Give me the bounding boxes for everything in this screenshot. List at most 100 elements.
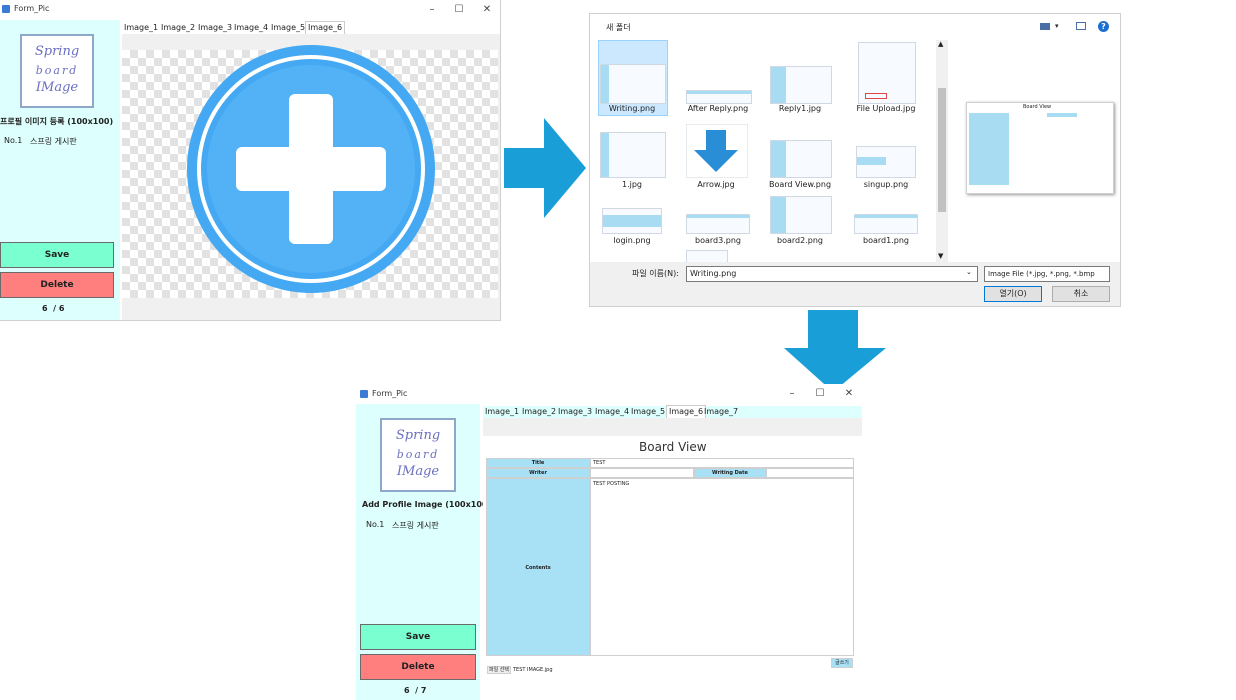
save-button[interactable]: Save (0, 242, 114, 268)
file-thumb-board-view[interactable] (770, 140, 832, 178)
sidebar-2: Spring board IMage Add Profile Image (10… (356, 404, 491, 700)
right-arrow-icon (504, 118, 586, 218)
filename-label: 파일 이름(N): (632, 269, 679, 278)
file-name-writing[interactable]: Writing.png (592, 104, 672, 113)
preview-pane: Board View (950, 40, 1120, 262)
file-name-board-view[interactable]: Board View.png (760, 180, 840, 189)
writer-value-cell (590, 468, 694, 478)
scroll-up-icon[interactable]: ▲ (938, 40, 943, 48)
chevron-down-icon[interactable]: ▾ (1055, 22, 1059, 30)
file-name-after-reply[interactable]: After Reply.png (678, 104, 758, 113)
preview-title: Board View (1023, 104, 1052, 110)
writer-label-cell: Writer (486, 468, 590, 478)
page-counter-2: 6 / 7 (404, 686, 427, 695)
profile-image-2: Spring board IMage (380, 418, 456, 492)
close-button-2[interactable]: ✕ (838, 386, 860, 402)
open-button[interactable]: 열기(O) (984, 286, 1042, 302)
dialog-toolbar: 새 폴더 ▾ ? (590, 14, 1120, 40)
tab2-image-1[interactable]: Image_1 (483, 406, 521, 418)
file-type-filter[interactable]: Image File (*.jpg, *.png, *.bmp (984, 266, 1110, 282)
tab-image-1[interactable]: Image_1 (122, 22, 160, 34)
file-thumb-board1[interactable] (854, 214, 918, 234)
close-button[interactable]: ✕ (476, 2, 498, 18)
file-thumb-after-reply[interactable] (686, 90, 752, 104)
file-thumb-arrow[interactable] (686, 124, 748, 178)
form-pic-window-top: Form_Pic – ☐ ✕ Spring board IMage 프로필 이미… (0, 0, 500, 320)
file-select-button[interactable]: 파일 선택 (487, 666, 511, 674)
tab-image-3[interactable]: Image_3 (196, 22, 234, 34)
scrollbar-thumb[interactable] (938, 88, 946, 212)
attached-file-name: TEST IMAGE.jpg (513, 667, 553, 673)
record-number: No.1 (4, 136, 23, 145)
title-label-cell: Title (486, 458, 590, 468)
down-arrow-icon (784, 310, 886, 392)
contents-label-cell: Contents (486, 478, 590, 656)
file-thumb-writing[interactable] (600, 64, 666, 104)
contents-value-cell: TEST POSTING (590, 478, 854, 656)
tab2-image-3[interactable]: Image_3 (556, 406, 594, 418)
view-menu-icon[interactable] (1040, 23, 1050, 30)
image-tabs: Image_1 Image_2 Image_3 Image_4 Image_5 … (122, 21, 500, 35)
file-name-arrow[interactable]: Arrow.jpg (676, 180, 756, 189)
file-thumb-login[interactable] (602, 208, 662, 234)
file-thumb-reply1[interactable] (770, 66, 832, 104)
profile-label: 프로필 이미지 등록 (100x100) (0, 117, 114, 126)
file-name-board1[interactable]: board1.png (846, 236, 926, 245)
minimize-button[interactable]: – (421, 2, 443, 18)
tab2-image-6[interactable]: Image_6 (666, 405, 707, 419)
tab-image-6[interactable]: Image_6 (305, 21, 346, 35)
file-thumb-file-upload[interactable] (858, 42, 916, 104)
preview-image: Board View (966, 102, 1114, 194)
record-number-2: No.1 (366, 520, 385, 529)
record-title-2: 스프링 게시판 (392, 521, 439, 530)
board-view-image: Board View Title TEST Writer Writing Dat… (483, 436, 862, 700)
writing-date-value-cell (766, 468, 854, 478)
dialog-footer: 파일 이름(N): Writing.png ⌄ Image File (*.jp… (590, 262, 1120, 306)
maximize-button[interactable]: ☐ (448, 2, 470, 18)
delete-button-2[interactable]: Delete (360, 654, 476, 680)
preview-pane-icon[interactable] (1076, 22, 1086, 30)
submit-button[interactable]: 글쓰기 (831, 658, 853, 668)
writing-date-label-cell: Writing Date (694, 468, 766, 478)
profile-image: Spring board IMage (20, 34, 94, 108)
save-button-2[interactable]: Save (360, 624, 476, 650)
file-thumb-1[interactable] (600, 132, 666, 178)
filename-dropdown-icon[interactable]: ⌄ (966, 268, 972, 276)
filename-input[interactable]: Writing.png (686, 266, 978, 282)
file-name-file-upload[interactable]: File Upload.jpg (846, 104, 926, 113)
tab2-image-4[interactable]: Image_4 (593, 406, 631, 418)
tab-image-5[interactable]: Image_5 (269, 22, 307, 34)
page-counter: 6 / 6 (42, 304, 65, 313)
file-list-scrollbar[interactable]: ▲ ▼ (936, 40, 948, 262)
profile-label-2: Add Profile Image (100x100) (362, 500, 492, 509)
file-thumb-singup[interactable] (856, 146, 916, 178)
tab2-image-2[interactable]: Image_2 (520, 406, 558, 418)
form-pic-window-bottom: Form_Pic – ☐ ✕ Spring board IMage Add Pr… (356, 384, 862, 700)
new-folder-button[interactable]: 새 폴더 (606, 22, 631, 33)
file-open-dialog: 새 폴더 ▾ ? Writing.png After Reply.png Rep… (590, 14, 1120, 306)
file-name-reply1[interactable]: Reply1.jpg (760, 104, 840, 113)
record-title: 스프링 게시판 (30, 137, 77, 146)
file-list: Writing.png After Reply.png Reply1.jpg F… (590, 40, 948, 264)
title-bar: Form_Pic – ☐ ✕ (0, 0, 500, 20)
tab2-image-7[interactable]: Image_7 (702, 406, 740, 418)
tab-image-4[interactable]: Image_4 (232, 22, 270, 34)
file-thumb-board2[interactable] (770, 196, 832, 234)
board-view-title: Board View (639, 440, 707, 454)
file-name-1[interactable]: 1.jpg (592, 180, 672, 189)
tab-image-2[interactable]: Image_2 (159, 22, 197, 34)
help-icon[interactable]: ? (1098, 21, 1109, 32)
file-thumb-board3[interactable] (686, 214, 750, 234)
scroll-down-icon[interactable]: ▼ (938, 252, 943, 260)
file-name-board3[interactable]: board3.png (678, 236, 758, 245)
maximize-button-2[interactable]: ☐ (809, 386, 831, 402)
file-name-login[interactable]: login.png (592, 236, 672, 245)
tab2-image-5[interactable]: Image_5 (629, 406, 667, 418)
file-name-singup[interactable]: singup.png (846, 180, 926, 189)
window-title: Form_Pic (14, 4, 50, 13)
cancel-button[interactable]: 취소 (1052, 286, 1110, 302)
delete-button[interactable]: Delete (0, 272, 114, 298)
minimize-button-2[interactable]: – (781, 386, 803, 402)
file-name-board2[interactable]: board2.png (760, 236, 840, 245)
app-icon (2, 5, 10, 13)
